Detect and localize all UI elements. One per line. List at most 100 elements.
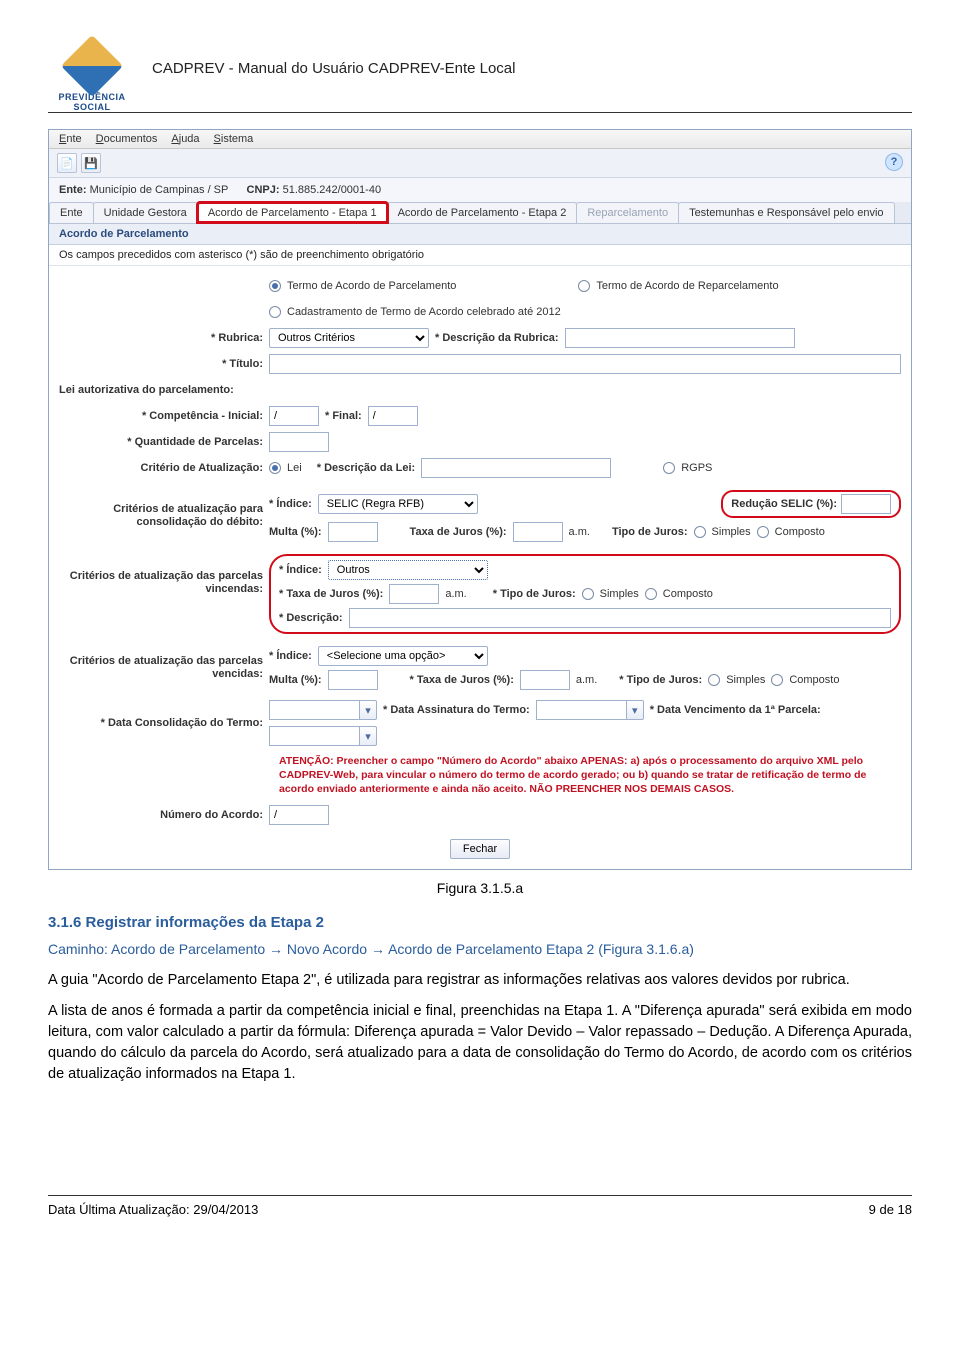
label-am-debito: a.m.	[569, 526, 590, 538]
radio-composto-vincendas[interactable]	[645, 588, 657, 600]
help-icon[interactable]: ?	[885, 153, 903, 171]
previdencia-logo: PREVIDÊNCIA SOCIAL	[48, 40, 136, 96]
label-data-assinatura: * Data Assinatura do Termo:	[383, 704, 530, 716]
radio-lei-label: Lei	[287, 462, 302, 474]
input-numero-acordo[interactable]	[269, 805, 329, 825]
menu-documentos[interactable]: Documentos	[96, 133, 158, 145]
label-am-vincendas: a.m.	[445, 588, 466, 600]
radio-composto-vencidas-label: Composto	[789, 674, 839, 686]
label-criterio-atualizacao: Critério de Atualização:	[59, 462, 269, 474]
tab-unidade-gestora[interactable]: Unidade Gestora	[93, 202, 198, 223]
cnpj-label: CNPJ:	[247, 184, 280, 196]
form-section-title: Acordo de Parcelamento	[49, 224, 911, 245]
input-taxa-juros-debito[interactable]	[513, 522, 563, 542]
cnpj-value: 51.885.242/0001-40	[283, 184, 381, 196]
input-competencia-final[interactable]	[368, 406, 418, 426]
radio-composto-debito[interactable]	[757, 526, 769, 538]
label-data-vencimento: * Data Vencimento da 1ª Parcela:	[650, 704, 821, 716]
footer-date: Data Última Atualização: 29/04/2013	[48, 1202, 258, 1217]
label-data-consolidacao: * Data Consolidação do Termo:	[59, 717, 269, 729]
radio-rgps-label: RGPS	[681, 462, 712, 474]
header-separator	[48, 112, 912, 113]
label-indice-vencidas: * Índice:	[269, 650, 312, 662]
input-multa-debito[interactable]	[328, 522, 378, 542]
required-hint: Os campos precedidos com asterisco (*) s…	[49, 245, 911, 266]
radio-termo-reparcelamento-label: Termo de Acordo de Reparcelamento	[596, 280, 778, 292]
label-numero-acordo: Número do Acordo:	[59, 809, 269, 821]
footer-page: 9 de 18	[869, 1202, 912, 1217]
radio-simples-debito[interactable]	[694, 526, 706, 538]
select-indice-vencidas[interactable]: <Selecione uma opção>	[318, 646, 488, 666]
label-reducao-selic: Redução SELIC (%):	[731, 498, 837, 510]
label-criterios-debito: Critérios de atualização para consolidaç…	[59, 503, 269, 529]
date-consolidacao[interactable]: ▾	[269, 700, 377, 720]
label-tipo-juros-vencidas: * Tipo de Juros:	[619, 674, 702, 686]
label-titulo: * Título:	[59, 358, 269, 370]
close-button[interactable]: Fechar	[450, 839, 510, 859]
label-criterios-vencidas: Critérios de atualização das parcelas ve…	[59, 655, 269, 681]
label-lei-autorizativa: Lei autorizativa do parcelamento:	[59, 384, 240, 396]
radio-rgps[interactable]	[663, 462, 675, 474]
highlight-reducao-selic: Redução SELIC (%):	[721, 490, 901, 518]
radio-lei[interactable]	[269, 462, 281, 474]
radio-cadastramento-2012[interactable]	[269, 306, 281, 318]
label-desc-lei: * Descrição da Lei:	[317, 462, 415, 474]
input-competencia-inicial[interactable]	[269, 406, 319, 426]
select-indice-debito[interactable]: SELIC (Regra RFB)	[318, 494, 478, 514]
date-vencimento[interactable]: ▾	[269, 726, 377, 746]
toolbar: 📄 💾 ?	[49, 149, 911, 178]
radio-termo-parcelamento-label: Termo de Acordo de Parcelamento	[287, 280, 456, 292]
paragraph-2: A lista de anos é formada a partir da co…	[48, 1001, 912, 1085]
label-taxa-juros-vincendas: * Taxa de Juros (%):	[279, 588, 383, 600]
warning-text: ATENÇÃO: Preencher o campo "Número do Ac…	[59, 748, 901, 799]
save-button[interactable]: 💾	[81, 153, 101, 173]
app-window: Ente Documentos Ajuda Sistema 📄 💾 ? Ente…	[48, 129, 912, 870]
label-taxa-juros-debito: Taxa de Juros (%):	[410, 526, 507, 538]
radio-simples-debito-label: Simples	[712, 526, 751, 538]
chevron-down-icon[interactable]: ▾	[626, 700, 644, 720]
radio-termo-parcelamento[interactable]	[269, 280, 281, 292]
section-heading: 3.1.6 Registrar informações da Etapa 2	[48, 912, 912, 934]
select-indice-vincendas[interactable]: Outros	[328, 560, 488, 580]
input-taxa-juros-vencidas[interactable]	[520, 670, 570, 690]
tab-acordo-etapa2[interactable]: Acordo de Parcelamento - Etapa 2	[387, 202, 578, 223]
label-qtd-parcelas: * Quantidade de Parcelas:	[59, 436, 269, 448]
menubar: Ente Documentos Ajuda Sistema	[49, 130, 911, 149]
paragraph-1: A guia "Acordo de Parcelamento Etapa 2",…	[48, 970, 912, 991]
radio-cadastramento-2012-label: Cadastramento de Termo de Acordo celebra…	[287, 306, 561, 318]
tab-ente[interactable]: Ente	[49, 202, 94, 223]
radio-simples-vencidas[interactable]	[708, 674, 720, 686]
document-header: PREVIDÊNCIA SOCIAL CADPREV - Manual do U…	[48, 40, 912, 96]
input-descricao-vincendas[interactable]	[349, 608, 891, 628]
input-taxa-juros-vincendas[interactable]	[389, 584, 439, 604]
input-desc-lei[interactable]	[421, 458, 611, 478]
tab-testemunhas[interactable]: Testemunhas e Responsável pelo envio	[678, 202, 894, 223]
label-am-vencidas: a.m.	[576, 674, 597, 686]
new-doc-button[interactable]: 📄	[57, 153, 77, 173]
input-desc-rubrica[interactable]	[565, 328, 795, 348]
label-taxa-juros-vencidas: * Taxa de Juros (%):	[410, 674, 514, 686]
menu-ente[interactable]: Ente	[59, 133, 82, 145]
menu-ajuda[interactable]: Ajuda	[171, 133, 199, 145]
breadcrumb-path: Caminho: Acordo de Parcelamento → Novo A…	[48, 939, 912, 959]
label-competencia-inicial: * Competência - Inicial:	[59, 410, 269, 422]
label-indice-debito: * Índice:	[269, 498, 312, 510]
input-reducao-selic[interactable]	[841, 494, 891, 514]
input-qtd-parcelas[interactable]	[269, 432, 329, 452]
highlight-vincendas-block: * Índice: Outros * Taxa de Juros (%): a.…	[269, 554, 901, 634]
radio-simples-vincendas[interactable]	[582, 588, 594, 600]
radio-simples-vincendas-label: Simples	[600, 588, 639, 600]
radio-termo-reparcelamento[interactable]	[578, 280, 590, 292]
chevron-down-icon[interactable]: ▾	[359, 700, 377, 720]
select-rubrica[interactable]: Outros Critérios	[269, 328, 429, 348]
date-assinatura[interactable]: ▾	[536, 700, 644, 720]
label-multa-debito: Multa (%):	[269, 526, 322, 538]
label-descricao-vincendas: * Descrição:	[279, 612, 343, 624]
input-titulo[interactable]	[269, 354, 901, 374]
input-multa-vencidas[interactable]	[328, 670, 378, 690]
radio-composto-vencidas[interactable]	[771, 674, 783, 686]
chevron-down-icon[interactable]: ▾	[359, 726, 377, 746]
label-indice-vincendas: * Índice:	[279, 564, 322, 576]
menu-sistema[interactable]: Sistema	[214, 133, 254, 145]
tab-acordo-etapa1[interactable]: Acordo de Parcelamento - Etapa 1	[197, 202, 388, 223]
